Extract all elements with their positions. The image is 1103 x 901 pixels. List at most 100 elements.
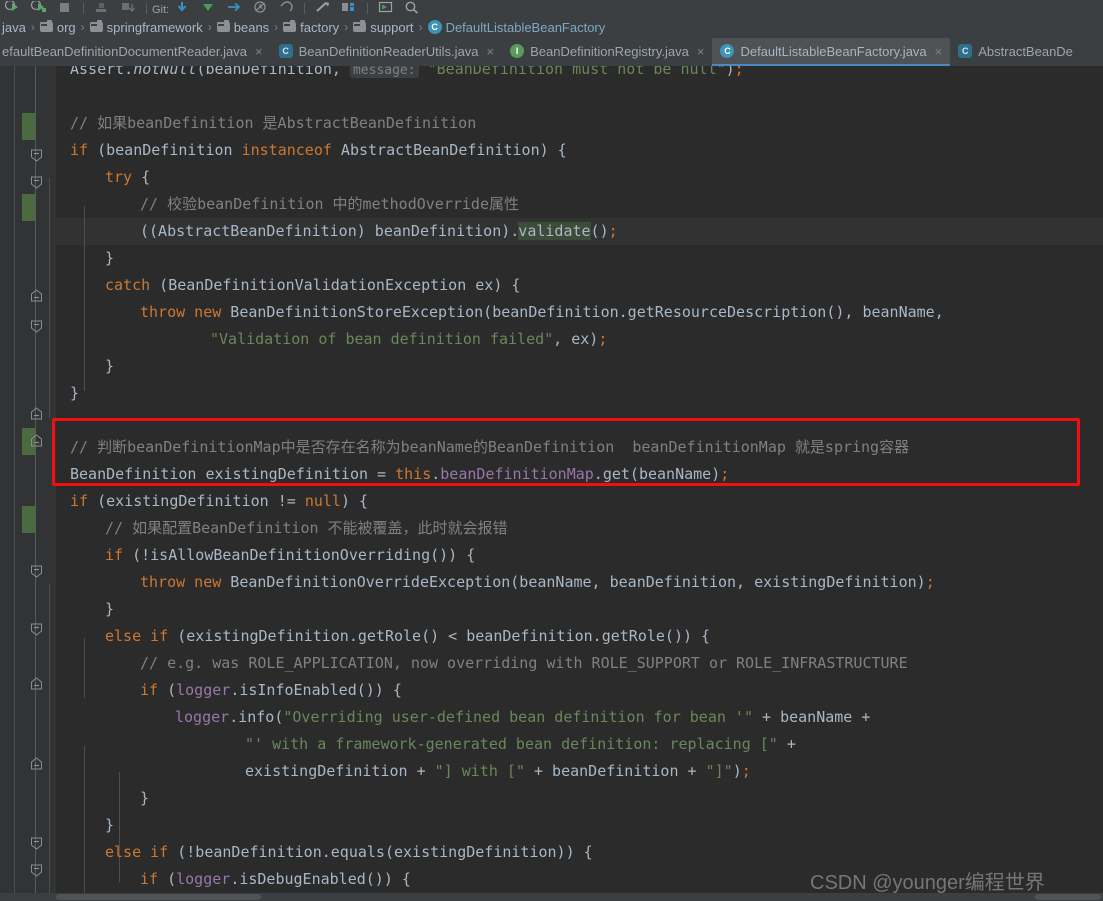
history-icon[interactable] — [247, 0, 273, 16]
tab-label: AbstractBeanDe — [978, 43, 1073, 59]
tab-label: efaultBeanDefinitionDocumentReader.java — [2, 43, 247, 59]
code-line: existingDefinition + "] with [" + beanDe… — [245, 762, 751, 780]
class-icon: C — [720, 44, 735, 58]
horizontal-scrollbar[interactable] — [0, 893, 1103, 901]
breadcrumb-item-java[interactable]: java — [0, 20, 28, 35]
code-line: // 如果beanDefinition 是AbstractBeanDefinit… — [70, 114, 477, 132]
run-icon[interactable] — [0, 0, 26, 16]
search-icon[interactable] — [399, 0, 425, 16]
breadcrumb-label: org — [56, 19, 76, 35]
chevron-right-icon: › — [30, 20, 35, 34]
folder-icon — [89, 20, 103, 32]
ide-window: Git: java › org › springframework › bean… — [0, 0, 1103, 901]
tab-label: BeanDefinitionReaderUtils.java — [298, 43, 479, 59]
chevron-right-icon: › — [80, 20, 85, 34]
push-icon[interactable] — [221, 0, 247, 16]
folder-icon — [283, 20, 297, 32]
breadcrumb-label: factory — [300, 19, 340, 35]
tab-BeanDefinitionRegistry[interactable]: I BeanDefinitionRegistry.java × — [502, 38, 712, 66]
code-content[interactable]: Assert.notNull(beanDefinition, message: … — [56, 66, 1103, 893]
code-line: try { — [105, 168, 151, 186]
tab-label: DefaultListableBeanFactory.java — [740, 43, 927, 59]
close-icon[interactable]: × — [487, 44, 495, 59]
terminal-icon[interactable] — [373, 0, 399, 16]
coverage-icon[interactable] — [89, 0, 115, 16]
code-line: } — [105, 357, 115, 375]
commit-icon[interactable] — [195, 0, 221, 16]
code-line: throw new BeanDefinitionOverrideExceptio… — [140, 573, 935, 591]
code-line: "' with a framework-generated bean defin… — [245, 735, 796, 753]
breadcrumb-item-springframework[interactable]: springframework — [88, 20, 205, 35]
chevron-right-icon: › — [344, 20, 349, 34]
code-line: "Validation of bean definition failed", … — [210, 330, 608, 348]
code-line: throw new BeanDefinitionStoreException(b… — [140, 303, 944, 321]
main-toolbar: Git: — [0, 0, 1103, 17]
scrollbar-thumb-secondary[interactable] — [1035, 894, 1101, 900]
git-label: Git: — [152, 4, 170, 16]
close-icon[interactable]: × — [255, 44, 263, 59]
breadcrumb-label: java — [2, 19, 26, 35]
code-line: // 校验beanDefinition 中的methodOverride属性 — [140, 195, 519, 213]
breadcrumb-label: DefaultListableBeanFactory — [445, 19, 606, 35]
breadcrumb[interactable]: java › org › springframework › beans › f… — [0, 16, 1103, 39]
code-line: Assert.notNull(beanDefinition, message: … — [70, 66, 744, 83]
tab-AbstractBeanDefinition[interactable]: C AbstractBeanDe — [950, 38, 1081, 66]
close-icon[interactable]: × — [697, 44, 705, 59]
code-line: else if (!beanDefinition.equals(existing… — [105, 843, 593, 861]
breadcrumb-label: beans — [233, 19, 270, 35]
debug-icon[interactable] — [26, 0, 52, 16]
folder-icon — [353, 20, 367, 32]
breadcrumb-item-org[interactable]: org — [38, 20, 78, 35]
folder-icon — [39, 20, 53, 32]
code-line: } — [140, 789, 150, 807]
chevron-right-icon: › — [207, 20, 212, 34]
breadcrumb-label: support — [370, 19, 414, 35]
breadcrumb-item-beans[interactable]: beans — [215, 20, 271, 35]
chevron-right-icon: › — [418, 20, 423, 34]
editor-tab-bar[interactable]: efaultBeanDefinitionDocumentReader.java … — [0, 38, 1103, 66]
code-line: ((AbstractBeanDefinition) beanDefinition… — [140, 222, 618, 240]
tab-label: BeanDefinitionRegistry.java — [530, 43, 689, 59]
breadcrumb-item-support[interactable]: support — [351, 20, 415, 35]
code-editor[interactable]: Assert.notNull(beanDefinition, message: … — [0, 66, 1103, 893]
code-line: if (!isAllowBeanDefinitionOverriding()) … — [105, 546, 476, 564]
toolbar-separator-4 — [367, 3, 369, 14]
stop-icon[interactable] — [52, 0, 78, 16]
breadcrumb-item-factory[interactable]: factory — [281, 20, 341, 35]
update-project-icon[interactable] — [169, 0, 195, 16]
code-line: if (beanDefinition instanceof AbstractBe… — [70, 141, 567, 159]
rollback-icon[interactable] — [273, 0, 299, 16]
breadcrumb-item-class[interactable]: C DefaultListableBeanFactory — [426, 20, 608, 35]
code-line: logger.info("Overriding user-defined bea… — [175, 708, 871, 726]
code-line: } — [105, 249, 115, 267]
code-line: } — [105, 600, 115, 618]
code-line: if (logger.isDebugEnabled()) { — [140, 870, 411, 888]
code-line: // 判断beanDefinitionMap中是否存在名称为beanName的B… — [70, 438, 910, 456]
wrench-icon[interactable] — [310, 0, 336, 16]
tab-DefaultListableBeanFactory[interactable]: C DefaultListableBeanFactory.java × — [712, 38, 951, 66]
profile-icon[interactable] — [115, 0, 141, 16]
class-icon: C — [427, 20, 442, 34]
scrollbar-thumb[interactable] — [56, 894, 261, 900]
code-line: // e.g. was ROLE_APPLICATION, now overri… — [140, 654, 908, 672]
toolbar-separator-2 — [146, 3, 147, 14]
code-line: if (logger.isInfoEnabled()) { — [140, 681, 402, 699]
toolbar-separator — [83, 3, 84, 14]
interface-icon: I — [510, 44, 525, 58]
class-icon: C — [278, 44, 293, 58]
breadcrumb-label: springframework — [106, 19, 203, 35]
tab-BeanDefinitionReaderUtils[interactable]: C BeanDefinitionReaderUtils.java × — [271, 38, 503, 66]
structure-icon[interactable] — [336, 0, 362, 16]
close-icon[interactable]: × — [935, 44, 943, 59]
watermark: CSDN @younger编程世界 — [810, 872, 1045, 893]
code-line: } — [105, 816, 115, 834]
code-line: } — [70, 384, 80, 402]
code-line: if (existingDefinition != null) { — [70, 492, 369, 510]
code-line: else if (existingDefinition.getRole() < … — [105, 627, 711, 645]
code-line: // 如果配置BeanDefinition 不能被覆盖，此时就会报错 — [105, 519, 508, 537]
code-line: catch (BeanDefinitionValidationException… — [105, 276, 521, 294]
chevron-right-icon: › — [274, 20, 279, 34]
class-icon: C — [958, 44, 973, 58]
code-line: BeanDefinition existingDefinition = this… — [70, 465, 730, 483]
tab-DefaultBeanDefinitionDocumentReader[interactable]: efaultBeanDefinitionDocumentReader.java … — [0, 38, 271, 66]
